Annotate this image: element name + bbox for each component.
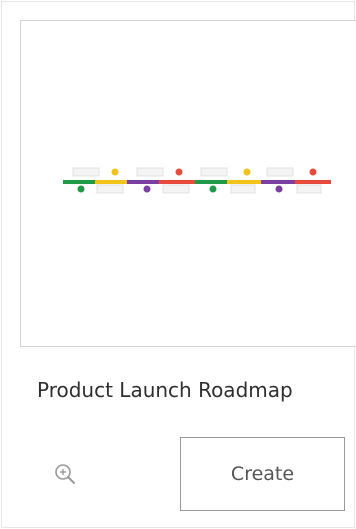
timeline-preview-image — [63, 167, 331, 194]
template-title: Product Launch Roadmap — [37, 378, 293, 402]
create-button[interactable]: Create — [180, 437, 345, 511]
template-card: Product Launch Roadmap Create — [1, 1, 356, 528]
template-thumbnail[interactable] — [20, 20, 356, 347]
zoom-in-icon[interactable] — [52, 461, 80, 489]
